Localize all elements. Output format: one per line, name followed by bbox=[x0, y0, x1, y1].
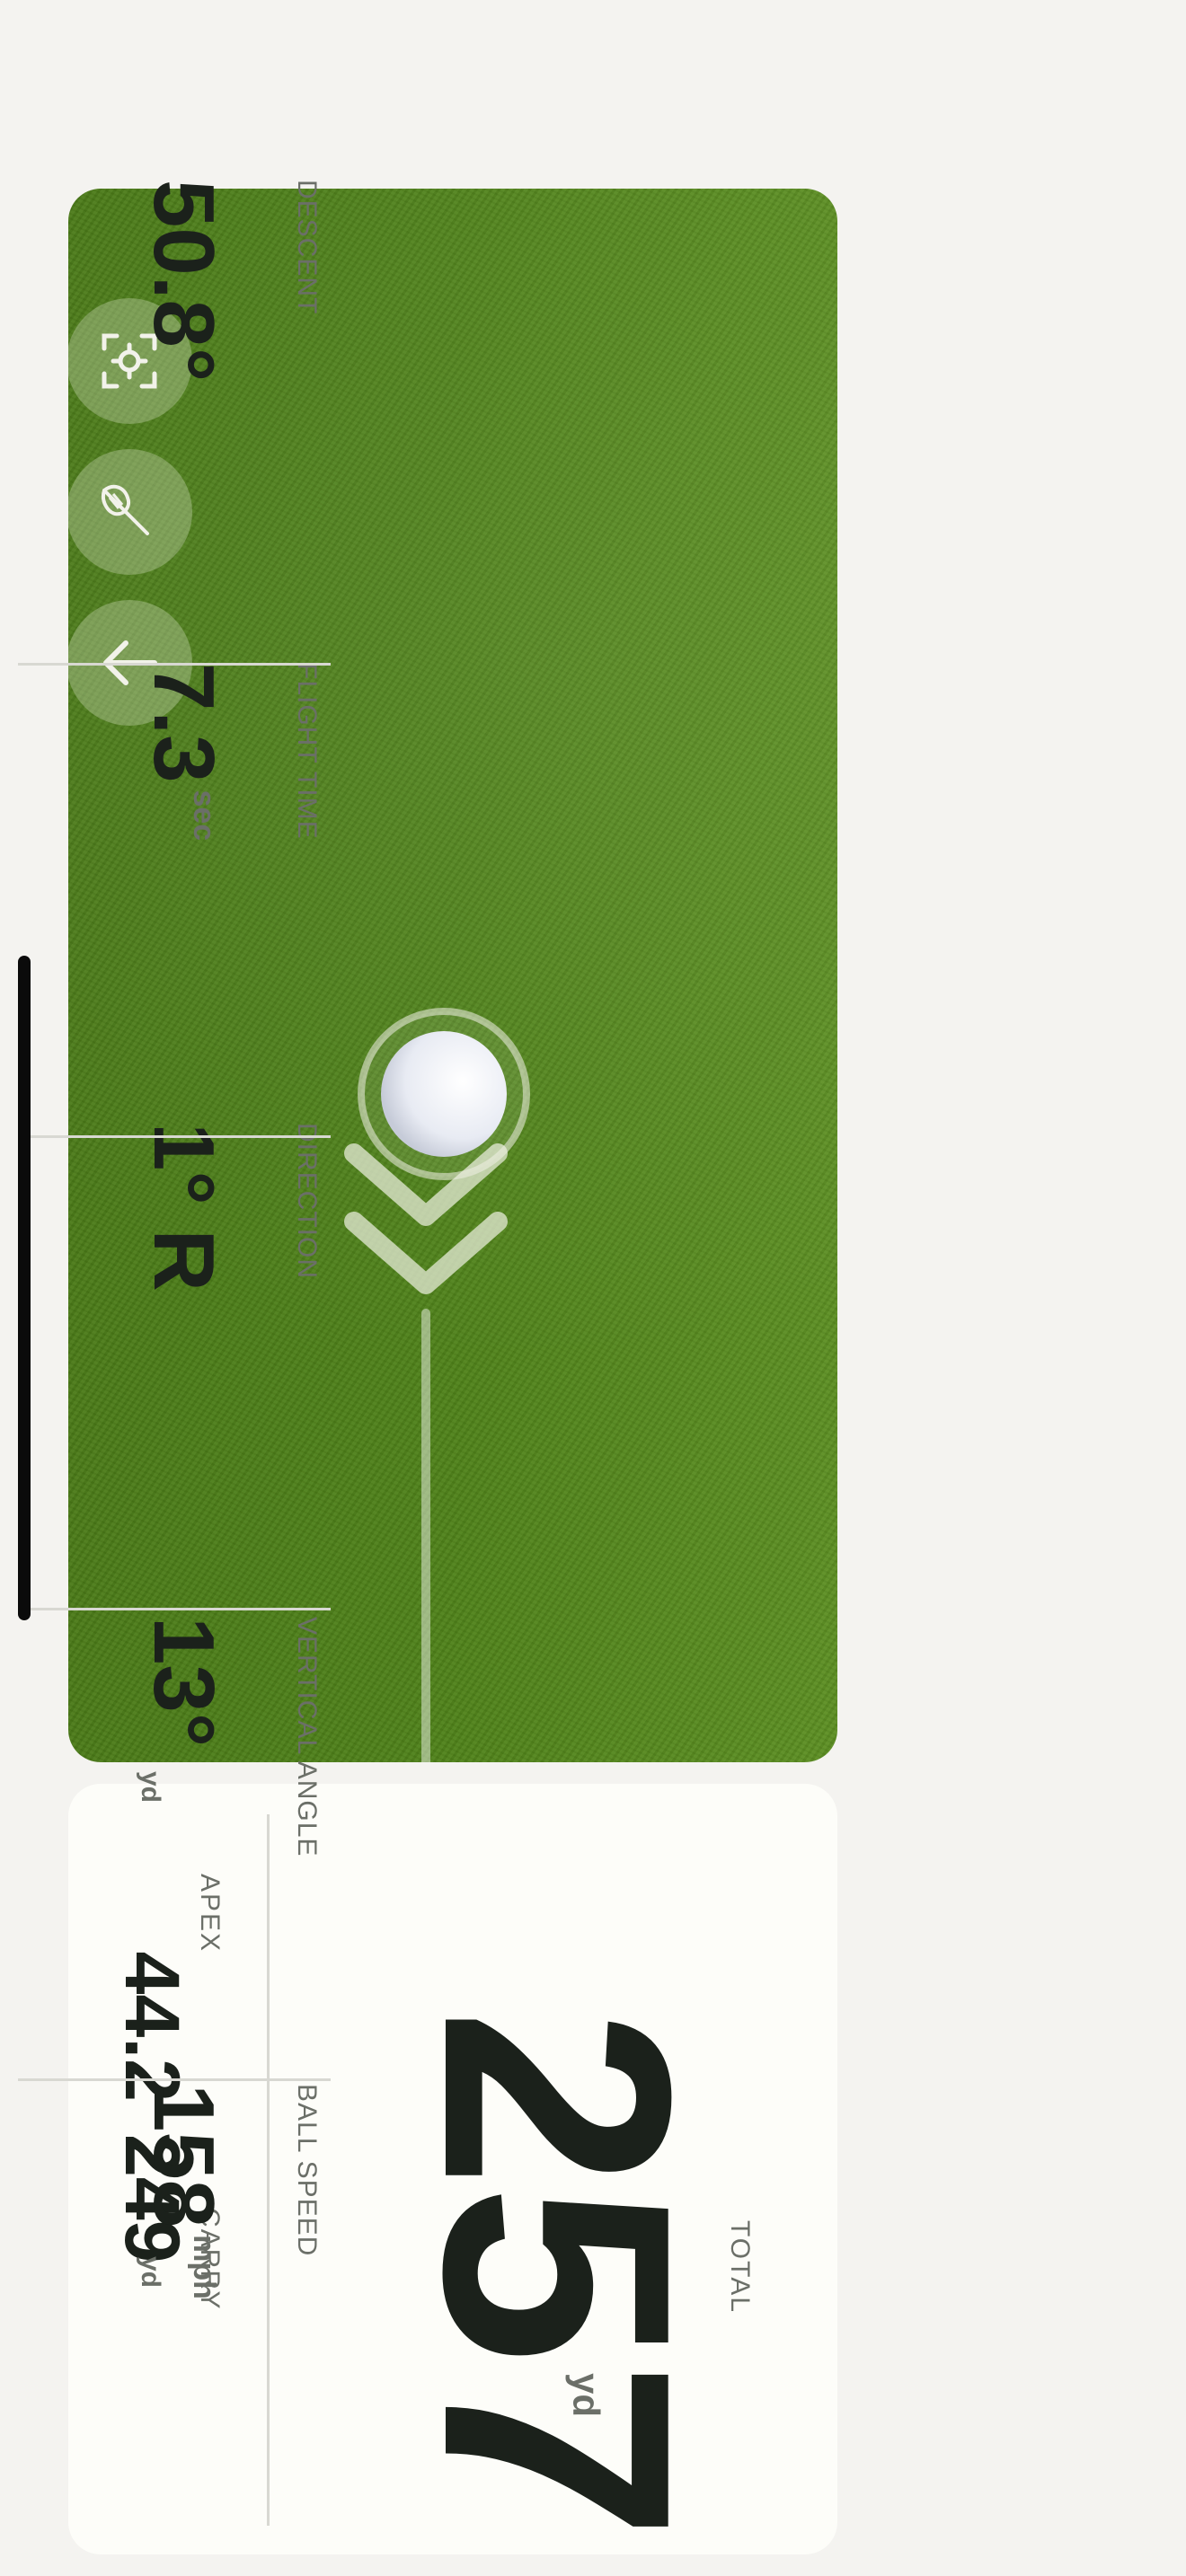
stat-value: 1° R bbox=[136, 1123, 232, 1292]
home-indicator[interactable] bbox=[18, 956, 31, 1620]
shot-result-screen: TOTAL 257 yd CARRY 249 yd APEX 44.2 yd B… bbox=[0, 0, 1186, 2576]
stat-value: 158 bbox=[136, 2084, 232, 2228]
stat-label: DESCENT bbox=[292, 180, 322, 315]
stat-divider bbox=[18, 1608, 331, 1610]
stat-flight-time: FLIGHT TIME 7.3 sec bbox=[0, 663, 1186, 1112]
stat-descent: DESCENT 50.8° bbox=[0, 180, 1186, 647]
stat-vertical-angle: VERTICAL ANGLE 13° bbox=[0, 1617, 1186, 2066]
stat-value: 7.3 bbox=[136, 663, 232, 783]
stat-ball-speed: BALL SPEED 158 mph bbox=[0, 2084, 1186, 2554]
stat-label: DIRECTION bbox=[292, 1123, 322, 1279]
stat-label: VERTICAL ANGLE bbox=[292, 1617, 322, 1857]
stat-value: 13° bbox=[136, 1617, 232, 1748]
stat-label: FLIGHT TIME bbox=[292, 663, 322, 840]
stat-label: BALL SPEED bbox=[292, 2084, 322, 2257]
stat-divider bbox=[18, 1135, 331, 1138]
stat-unit: mph bbox=[187, 2235, 221, 2299]
stat-divider bbox=[18, 2078, 331, 2081]
stat-value: 50.8° bbox=[136, 180, 232, 383]
stat-divider bbox=[18, 663, 331, 666]
stat-unit: sec bbox=[187, 790, 221, 842]
stat-direction: DIRECTION 1° R bbox=[0, 1123, 1186, 1590]
